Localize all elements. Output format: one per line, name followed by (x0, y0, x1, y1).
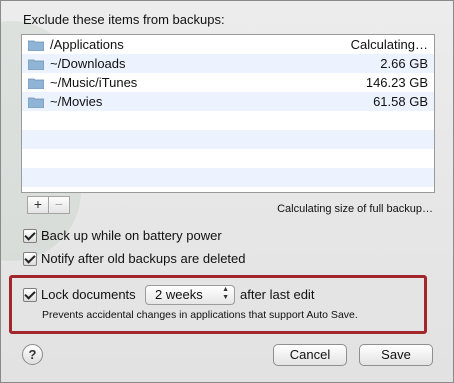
exclude-heading: Exclude these items from backups: (23, 12, 225, 27)
folder-icon (28, 40, 44, 51)
cancel-button[interactable]: Cancel (273, 344, 347, 366)
item-size: 61.58 GB (373, 94, 428, 109)
list-item[interactable]: ~/Music/iTunes 146.23 GB (22, 73, 434, 92)
backup-options-sheet: Exclude these items from backups: /Appli… (0, 0, 454, 383)
item-name: /Applications (50, 37, 124, 52)
battery-checkbox[interactable] (23, 229, 37, 243)
battery-label: Back up while on battery power (41, 228, 222, 243)
lock-documents-checkbox[interactable] (23, 288, 37, 302)
add-item-button[interactable]: + (27, 196, 49, 214)
calculation-status: Calculating size of full backup… (277, 203, 433, 215)
lock-period-value: 2 weeks (155, 287, 203, 302)
save-button[interactable]: Save (359, 344, 433, 366)
list-item[interactable]: /Applications Calculating… (22, 35, 434, 54)
item-name: ~/Movies (50, 94, 103, 109)
item-size: 2.66 GB (380, 56, 428, 71)
notify-checkbox[interactable] (23, 252, 37, 266)
folder-icon (28, 59, 44, 70)
item-size: 146.23 GB (365, 75, 428, 90)
lock-documents-label: Lock documents (41, 287, 136, 302)
item-name: ~/Downloads (50, 56, 126, 71)
empty-row (22, 111, 434, 130)
empty-row (22, 149, 434, 168)
folder-icon (28, 78, 44, 89)
after-last-edit-label: after last edit (240, 287, 315, 302)
empty-row (22, 187, 434, 192)
lock-documents-note: Prevents accidental changes in applicati… (42, 309, 358, 321)
list-item[interactable]: ~/Movies 61.58 GB (22, 92, 434, 111)
list-item[interactable]: ~/Downloads 2.66 GB (22, 54, 434, 73)
lock-period-popup[interactable]: 2 weeks ▲ ▼ (145, 285, 235, 305)
empty-row (22, 168, 434, 187)
item-size: Calculating… (350, 37, 428, 52)
item-name: ~/Music/iTunes (50, 75, 138, 90)
folder-icon (28, 97, 44, 108)
help-button[interactable]: ? (22, 344, 43, 365)
popup-arrows-icon: ▲ ▼ (222, 286, 229, 301)
excluded-items-list[interactable]: /Applications Calculating… ~/Downloads 2… (21, 34, 435, 193)
notify-label: Notify after old backups are deleted (41, 251, 246, 266)
empty-row (22, 130, 434, 149)
remove-item-button[interactable]: − (48, 196, 70, 214)
